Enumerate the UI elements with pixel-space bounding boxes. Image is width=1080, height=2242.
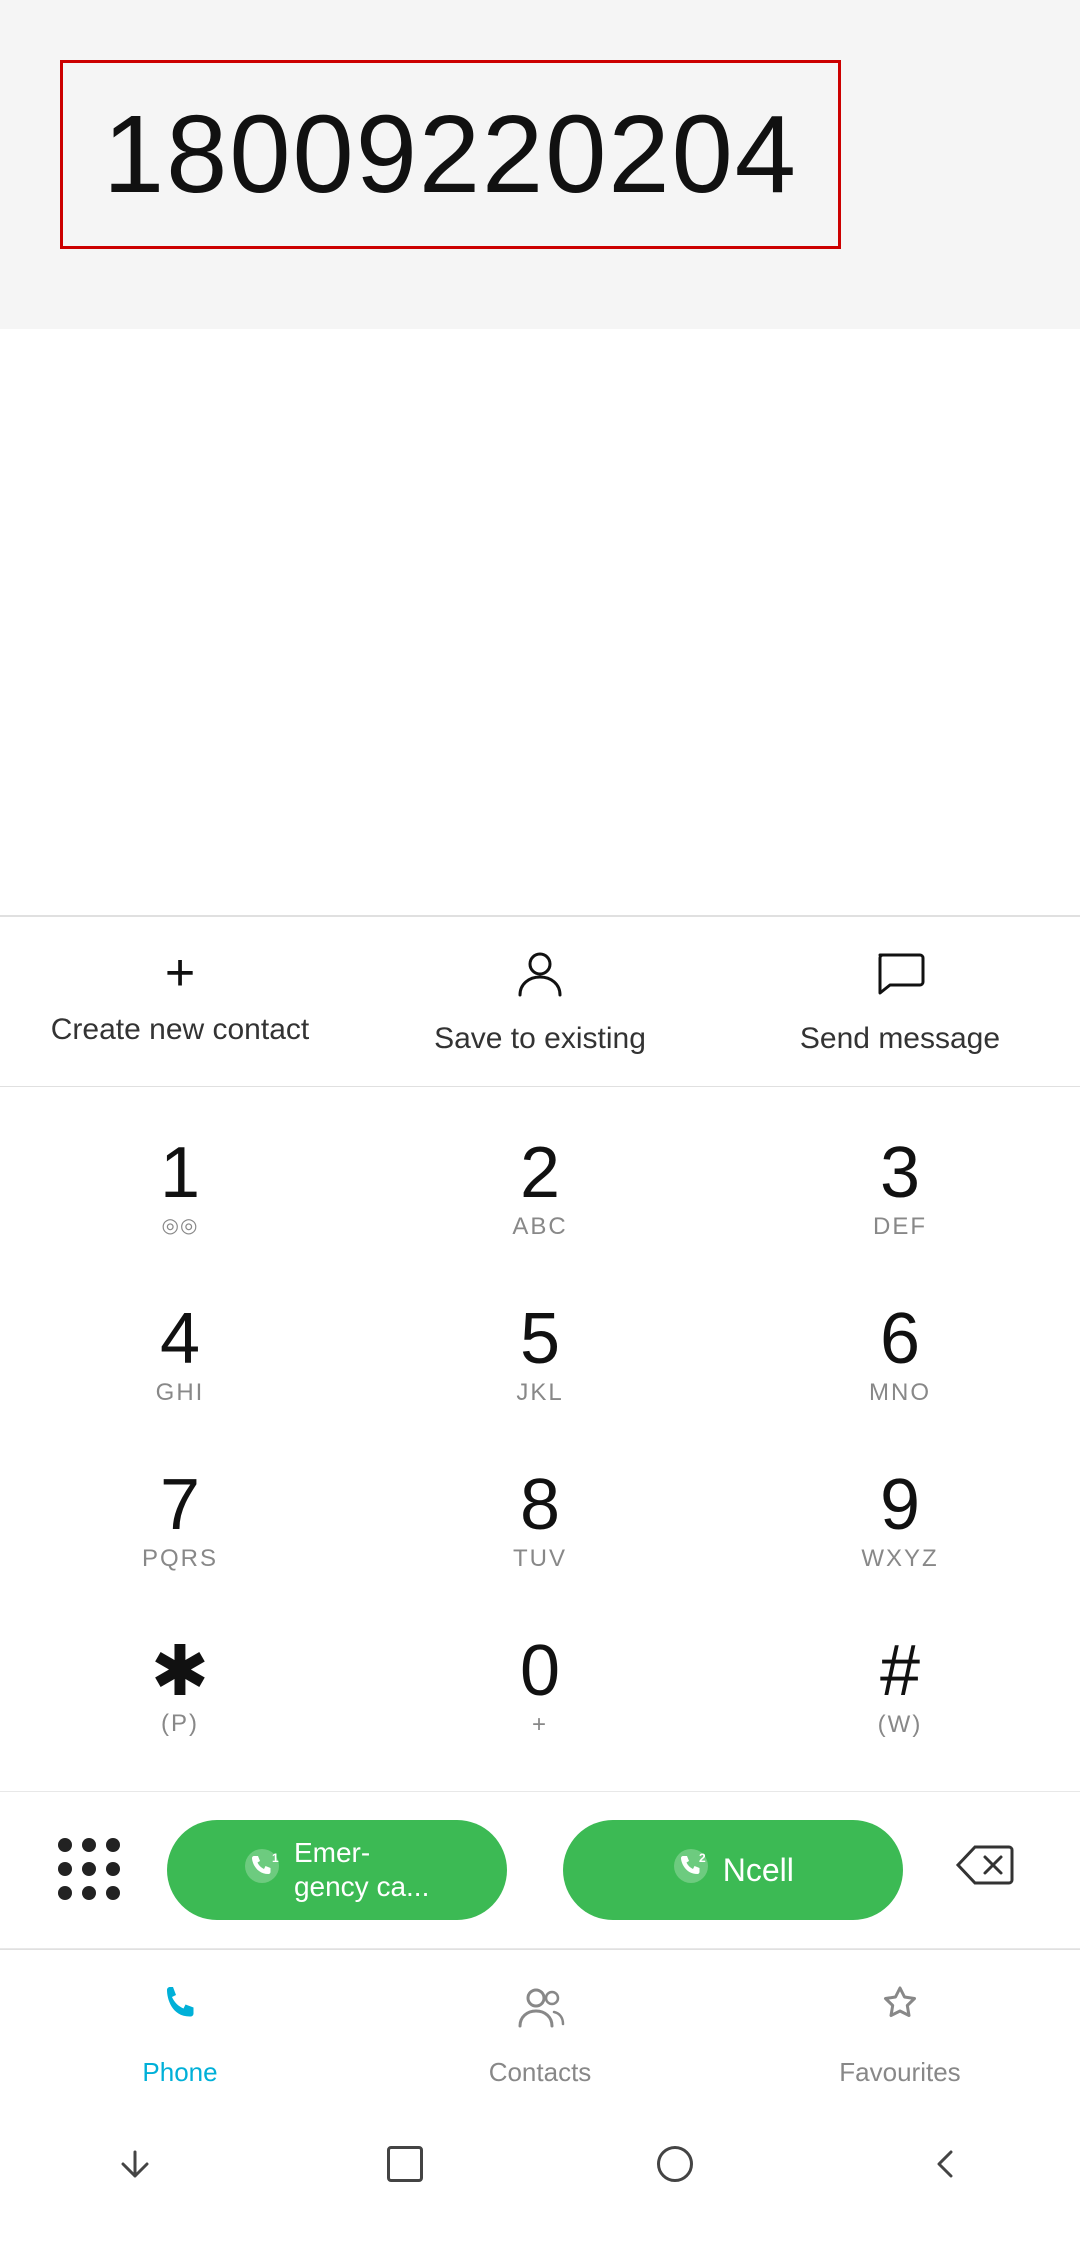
- svg-text:2: 2: [699, 1851, 706, 1865]
- create-new-contact-label: Create new contact: [51, 1013, 309, 1047]
- ncell-phone-icon: 2: [673, 1848, 709, 1893]
- number-display-area: 18009220204: [0, 0, 1080, 329]
- key-9[interactable]: 9 WXYZ: [720, 1439, 1080, 1605]
- key-star[interactable]: ✱ (P): [0, 1605, 360, 1771]
- dot: [106, 1862, 120, 1876]
- save-to-existing-button[interactable]: Save to existing: [360, 947, 720, 1056]
- key-8-sub: TUV: [513, 1545, 567, 1575]
- svg-text:1: 1: [272, 1851, 279, 1865]
- key-2-main: 2: [520, 1137, 560, 1209]
- send-message-label: Send message: [800, 1022, 1000, 1056]
- key-7-main: 7: [160, 1469, 200, 1541]
- dialpad-row-3: 7 PQRS 8 TUV 9 WXYZ: [0, 1439, 1080, 1605]
- home-nav-button[interactable]: [357, 2136, 453, 2202]
- nav-favourites[interactable]: Favourites: [720, 1980, 1080, 2088]
- key-5[interactable]: 5 JKL: [360, 1273, 720, 1439]
- nav-bar: Phone Contacts Favourites: [0, 1949, 1080, 2108]
- key-star-main: ✱: [151, 1636, 210, 1706]
- favourites-nav-icon: [874, 1980, 926, 2045]
- key-9-main: 9: [880, 1469, 920, 1541]
- key-4[interactable]: 4 GHI: [0, 1273, 360, 1439]
- key-hash-sub: (W): [878, 1711, 923, 1741]
- key-0[interactable]: 0 +: [360, 1605, 720, 1771]
- dialpad-row-4: ✱ (P) 0 + # (W): [0, 1605, 1080, 1771]
- backspace-icon: [955, 1840, 1015, 1900]
- chat-icon: [874, 947, 926, 1008]
- save-to-existing-label: Save to existing: [434, 1022, 646, 1056]
- key-1[interactable]: 1 ◎◎: [0, 1107, 360, 1273]
- key-2[interactable]: 2 ABC: [360, 1107, 720, 1273]
- dialpad-row-2: 4 GHI 5 JKL 6 MNO: [0, 1273, 1080, 1439]
- create-new-contact-button[interactable]: + Create new contact: [0, 947, 360, 1056]
- ncell-label-text: Ncell: [723, 1851, 794, 1889]
- dots-grid: [58, 1838, 122, 1902]
- dialpad-row-1: 1 ◎◎ 2 ABC 3 DEF: [0, 1107, 1080, 1273]
- key-hash[interactable]: # (W): [720, 1605, 1080, 1771]
- key-7[interactable]: 7 PQRS: [0, 1439, 360, 1605]
- square-icon: [387, 2146, 423, 2182]
- nav-contacts[interactable]: Contacts: [360, 1980, 720, 2088]
- send-message-button[interactable]: Send message: [720, 947, 1080, 1056]
- dialpad-toggle-button[interactable]: [50, 1830, 130, 1910]
- key-6-sub: MNO: [869, 1379, 931, 1409]
- dot: [58, 1838, 72, 1852]
- nav-contacts-label: Contacts: [489, 2057, 592, 2088]
- key-star-sub: (P): [161, 1710, 199, 1740]
- key-4-main: 4: [160, 1303, 200, 1375]
- plus-icon: +: [165, 947, 195, 999]
- key-4-sub: GHI: [156, 1379, 205, 1409]
- back-button[interactable]: [897, 2136, 993, 2202]
- key-6-main: 6: [880, 1303, 920, 1375]
- dot: [58, 1886, 72, 1900]
- key-0-sub: +: [532, 1711, 548, 1741]
- nav-phone[interactable]: Phone: [0, 1980, 360, 2088]
- dot: [82, 1838, 96, 1852]
- emergency-phone-icon: 1: [244, 1848, 280, 1893]
- key-9-sub: WXYZ: [861, 1545, 938, 1575]
- action-row: + Create new contact Save to existing Se…: [0, 917, 1080, 1087]
- nav-phone-label: Phone: [142, 2057, 217, 2088]
- dot: [82, 1862, 96, 1876]
- dot: [106, 1886, 120, 1900]
- contacts-nav-icon: [514, 1980, 566, 2045]
- number-box: 18009220204: [60, 60, 841, 249]
- key-8[interactable]: 8 TUV: [360, 1439, 720, 1605]
- emergency-call-button[interactable]: 1 Emer-gency ca...: [167, 1820, 507, 1920]
- delete-button[interactable]: [940, 1830, 1030, 1910]
- key-0-main: 0: [520, 1635, 560, 1707]
- spacer-area: [0, 329, 1080, 915]
- key-1-sub: ◎◎: [162, 1213, 199, 1243]
- key-8-main: 8: [520, 1469, 560, 1541]
- recents-nav-button[interactable]: [627, 2136, 723, 2202]
- ncell-call-button[interactable]: 2 Ncell: [563, 1820, 903, 1920]
- dot: [58, 1862, 72, 1876]
- key-3-sub: DEF: [873, 1213, 927, 1243]
- key-1-main: 1: [160, 1137, 200, 1209]
- key-hash-main: #: [880, 1635, 920, 1707]
- key-3-main: 3: [880, 1137, 920, 1209]
- nav-favourites-label: Favourites: [839, 2057, 960, 2088]
- person-icon: [514, 947, 566, 1008]
- key-6[interactable]: 6 MNO: [720, 1273, 1080, 1439]
- circle-icon: [657, 2146, 693, 2182]
- system-nav: [0, 2108, 1080, 2242]
- phone-number: 18009220204: [103, 93, 798, 216]
- emergency-label-text: Emer-gency ca...: [294, 1836, 429, 1903]
- ncell-label: Ncell: [723, 1851, 794, 1889]
- key-5-sub: JKL: [516, 1379, 563, 1409]
- dot: [82, 1886, 96, 1900]
- key-2-sub: ABC: [512, 1213, 567, 1243]
- bottom-call-row: 1 Emer-gency ca... 2 Ncell: [0, 1791, 1080, 1949]
- key-7-sub: PQRS: [142, 1545, 218, 1575]
- dot: [106, 1838, 120, 1852]
- emergency-call-label: Emer-gency ca...: [294, 1836, 429, 1903]
- phone-nav-icon: [154, 1980, 206, 2045]
- dialpad: 1 ◎◎ 2 ABC 3 DEF 4 GHI 5 JKL 6 MNO 7 PQR…: [0, 1087, 1080, 1791]
- key-5-main: 5: [520, 1303, 560, 1375]
- key-3[interactable]: 3 DEF: [720, 1107, 1080, 1273]
- back-nav-button[interactable]: [87, 2136, 183, 2202]
